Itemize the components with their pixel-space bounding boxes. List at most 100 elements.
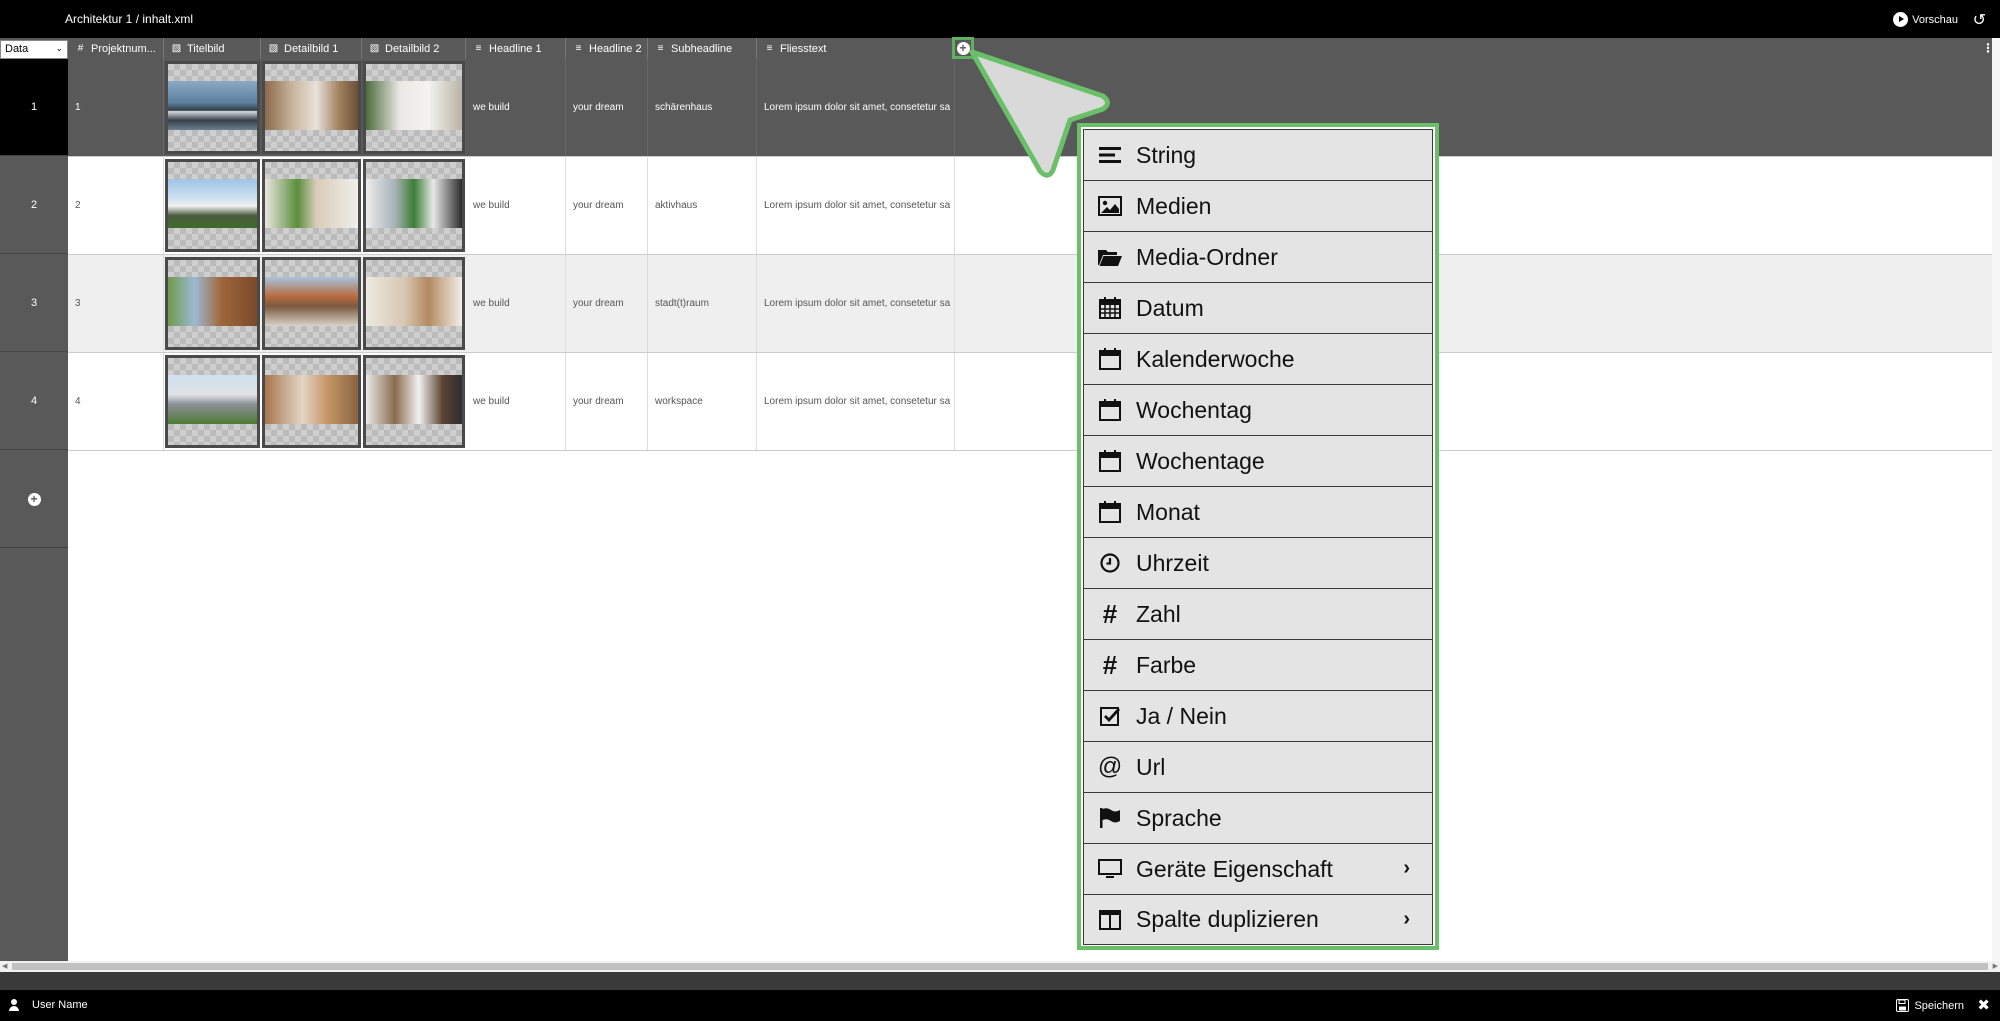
column-header-headline-2[interactable]: ≡ Headline 2 (566, 38, 648, 59)
menu-item-string[interactable]: String (1083, 129, 1433, 180)
cell-headline-1[interactable]: we build (466, 59, 566, 156)
column-header-fliesstext[interactable]: ≡ Fliesstext (757, 38, 955, 59)
footer-bar: User Name Speichern ✖ (0, 990, 2000, 1021)
document-title: Architektur 1 / inhalt.xml (65, 12, 194, 26)
cell-detailbild-1[interactable] (261, 157, 362, 254)
scrollbar-thumb[interactable] (12, 963, 1988, 970)
scroll-right-icon[interactable]: ▶ (1993, 962, 1998, 970)
cell-projektnummer[interactable]: 1 (68, 59, 164, 156)
cell-detailbild-2[interactable] (362, 157, 466, 254)
column-header-headline-1[interactable]: ≡ Headline 1 (466, 38, 566, 59)
preview-button[interactable]: Vorschau (1893, 12, 1958, 27)
vertical-scrollbar[interactable] (1992, 38, 2000, 961)
menu-item-label: Media-Ordner (1136, 243, 1278, 270)
menu-item-farbe[interactable]: # Farbe (1083, 639, 1433, 690)
menu-item-uhrzeit[interactable]: Uhrzeit (1083, 537, 1433, 588)
scroll-left-icon[interactable]: ◀ (2, 962, 7, 970)
hash-icon: # (1102, 598, 1118, 629)
column-header-detailbild-2[interactable]: ▧ Detailbild 2 (362, 38, 466, 59)
plus-circle-icon: + (27, 492, 41, 506)
cell-subheadline[interactable]: aktivhaus (648, 157, 757, 254)
preview-label: Vorschau (1912, 13, 1958, 26)
cell-detailbild-2[interactable] (362, 255, 466, 352)
add-row-button[interactable]: + (0, 451, 68, 548)
cell-detailbild-2[interactable] (362, 353, 466, 450)
cell-projektnummer[interactable]: 2 (68, 157, 164, 254)
menu-item-ja-nein[interactable]: Ja / Nein (1083, 690, 1433, 741)
table-row[interactable]: 3 we build your dream stadt(t)raum Lorem… (68, 255, 1992, 353)
user-icon (8, 999, 20, 1011)
menu-item-geraete-eigenschaft[interactable]: Geräte Eigenschaft › (1083, 843, 1433, 894)
save-button[interactable]: Speichern (1896, 999, 1964, 1012)
menu-item-url[interactable]: @ Url (1083, 741, 1433, 792)
column-header-titelbild[interactable]: ▧ Titelbild (164, 38, 261, 59)
row-header-3[interactable]: 3 (0, 255, 68, 352)
cell-subheadline[interactable]: workspace (648, 353, 757, 450)
cell-titelbild[interactable] (164, 157, 261, 254)
menu-item-wochentag[interactable]: Wochentag (1083, 384, 1433, 435)
cell-projektnummer[interactable]: 3 (68, 255, 164, 352)
column-label: Headline 1 (489, 42, 542, 55)
menu-item-label: Url (1136, 753, 1166, 780)
close-icon[interactable]: ✖ (1977, 996, 1990, 1014)
row-header-4[interactable]: 4 (0, 353, 68, 450)
menu-item-zahl[interactable]: # Zahl (1083, 588, 1433, 639)
text-lines-icon: ≡ (657, 43, 664, 54)
table-row[interactable]: 4 we build your dream workspace Lorem ip… (68, 353, 1992, 451)
table-row[interactable]: 1 we build your dream schärenhaus Lorem … (68, 59, 1992, 157)
menu-item-kalenderwoche[interactable]: Kalenderwoche (1083, 333, 1433, 384)
cell-headline-2[interactable]: your dream (566, 59, 648, 156)
cell-fliesstext[interactable]: Lorem ipsum dolor sit amet, consetetur s… (757, 59, 955, 156)
cell-fliesstext[interactable]: Lorem ipsum dolor sit amet, consetetur s… (757, 353, 955, 450)
menu-item-label: String (1136, 141, 1197, 168)
folder-open-icon (1084, 247, 1136, 267)
cell-headline-2[interactable]: your dream (566, 157, 648, 254)
cell-headline-2[interactable]: your dream (566, 255, 648, 352)
menu-item-wochentage[interactable]: Wochentage (1083, 435, 1433, 486)
cell-subheadline[interactable]: stadt(t)raum (648, 255, 757, 352)
column-label: Fliesstext (780, 42, 827, 55)
menu-item-spalte-duplizieren[interactable]: Spalte duplizieren › (1083, 894, 1433, 945)
menu-item-label: Geräte Eigenschaft (1136, 855, 1333, 882)
menu-item-sprache[interactable]: Sprache (1083, 792, 1433, 843)
cell-subheadline[interactable]: schärenhaus (648, 59, 757, 156)
cell-fliesstext[interactable]: Lorem ipsum dolor sit amet, consetetur s… (757, 255, 955, 352)
table-row[interactable]: 2 we build your dream aktivhaus Lorem ip… (68, 157, 1992, 255)
user-info[interactable]: User Name (8, 999, 88, 1011)
cell-titelbild[interactable] (164, 59, 261, 156)
menu-item-monat[interactable]: Monat (1083, 486, 1433, 537)
undo-icon[interactable]: ↺ (1973, 10, 1986, 30)
cell-fliesstext[interactable]: Lorem ipsum dolor sit amet, consetetur s… (757, 157, 955, 254)
cell-projektnummer[interactable]: 4 (68, 353, 164, 450)
column-header-projektnummer[interactable]: # Projektnum... (68, 38, 164, 59)
cell-headline-2[interactable]: your dream (566, 353, 648, 450)
cell-detailbild-1[interactable] (261, 353, 362, 450)
cell-detailbild-2[interactable] (362, 59, 466, 156)
checkbox-icon (1084, 706, 1136, 726)
menu-item-media-ordner[interactable]: Media-Ordner (1083, 231, 1433, 282)
top-bar: Architektur 1 / inhalt.xml Vorschau ↺ (0, 0, 2000, 38)
menu-item-label: Medien (1136, 192, 1212, 219)
column-label: Detailbild 1 (284, 42, 339, 55)
cell-titelbild[interactable] (164, 353, 261, 450)
horizontal-scrollbar[interactable]: ◀ ▶ (0, 961, 2000, 972)
cell-detailbild-1[interactable] (261, 255, 362, 352)
cell-headline-1[interactable]: we build (466, 255, 566, 352)
column-header-detailbild-1[interactable]: ▧ Detailbild 1 (261, 38, 362, 59)
menu-item-medien[interactable]: Medien (1083, 180, 1433, 231)
column-header-subheadline[interactable]: ≡ Subheadline (648, 38, 757, 59)
cell-headline-1[interactable]: we build (466, 157, 566, 254)
menu-item-label: Wochentage (1136, 447, 1265, 474)
cell-detailbild-1[interactable] (261, 59, 362, 156)
row-rail: Data ⌄ 1 2 3 4 + (0, 38, 68, 973)
row-header-1[interactable]: 1 (0, 59, 68, 156)
add-column-button[interactable]: + (952, 37, 974, 59)
image-thumbnail (165, 355, 260, 448)
user-name: User Name (32, 999, 88, 1011)
row-header-2[interactable]: 2 (0, 157, 68, 254)
menu-item-datum[interactable]: Datum (1083, 282, 1433, 333)
sheet-select[interactable]: Data ⌄ (0, 40, 68, 59)
cell-titelbild[interactable] (164, 255, 261, 352)
cell-headline-1[interactable]: we build (466, 353, 566, 450)
image-icon: ▧ (369, 43, 380, 54)
